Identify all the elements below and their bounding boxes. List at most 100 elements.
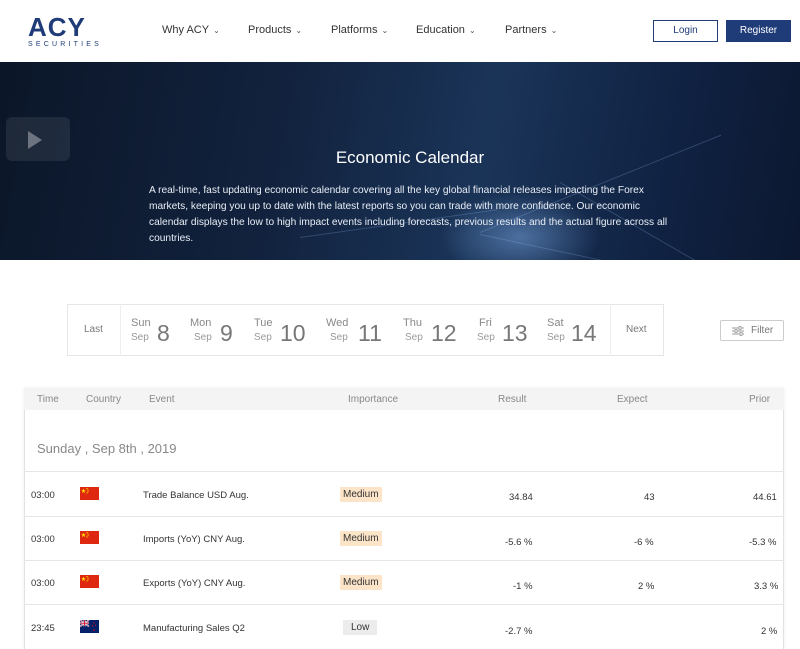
- row-event[interactable]: Trade Balance USD Aug.: [143, 490, 249, 501]
- nav-products[interactable]: Products ⌄: [248, 24, 302, 36]
- header-event: Event: [149, 394, 175, 405]
- day-month: Sep: [477, 332, 495, 343]
- day-number: 10: [280, 320, 306, 346]
- hero-description: A real-time, fast updating economic cale…: [149, 185, 668, 244]
- day-name: Wed: [326, 317, 349, 329]
- day-name: Thu: [403, 317, 422, 329]
- nav-education[interactable]: Education ⌄: [416, 24, 476, 36]
- header-country: Country: [86, 394, 122, 405]
- row-time: 03:00: [31, 578, 55, 589]
- row-time: 23:45: [31, 623, 55, 634]
- logo-wordmark: ACY: [28, 12, 86, 42]
- chevron-down-icon: ⌄: [381, 26, 389, 35]
- row-event[interactable]: Imports (YoY) CNY Aug.: [143, 534, 245, 545]
- day-sat-14[interactable]: Sat Sep 14: [547, 317, 603, 347]
- importance-badge: Low: [343, 620, 378, 635]
- day-number: 8: [157, 320, 170, 346]
- row-prior: 3.3 %: [754, 581, 779, 592]
- login-button[interactable]: Login: [653, 20, 718, 42]
- nav-label: Partners: [505, 24, 547, 36]
- importance-badge: Medium: [340, 575, 382, 590]
- header-result: Result: [498, 394, 527, 405]
- day-name: Mon: [190, 317, 212, 329]
- row-divider: [24, 516, 784, 517]
- row-prior: -5.3 %: [749, 537, 777, 548]
- header-prior: Prior: [749, 394, 771, 405]
- row-result: -1 %: [513, 581, 533, 592]
- nav-why-acy[interactable]: Why ACY ⌄: [162, 24, 220, 36]
- chevron-down-icon: ⌄: [468, 26, 476, 35]
- day-name: Tue: [254, 317, 273, 329]
- logo-subtitle: SECURITIES: [28, 41, 103, 48]
- day-name: Sat: [547, 317, 564, 329]
- row-divider: [24, 604, 784, 605]
- row-divider: [24, 560, 784, 561]
- day-month: Sep: [254, 332, 272, 343]
- nav-label: Products: [248, 24, 292, 36]
- filter-sliders-icon: [732, 326, 744, 336]
- row-event[interactable]: Manufacturing Sales Q2: [143, 623, 245, 634]
- row-result: -2.7 %: [505, 626, 533, 637]
- date-heading: Sunday , Sep 8th , 2019: [37, 441, 177, 456]
- filter-label: Filter: [751, 325, 774, 336]
- nav-platforms[interactable]: Platforms ⌄: [331, 24, 388, 36]
- last-week-button[interactable]: Last: [84, 324, 103, 335]
- nav-label: Education: [416, 24, 465, 36]
- page-title: Economic Calendar: [335, 148, 485, 167]
- chevron-down-icon: ⌄: [550, 26, 558, 35]
- nav-partners[interactable]: Partners ⌄: [505, 24, 557, 36]
- row-expect: 2 %: [638, 581, 655, 592]
- new-zealand-flag-icon: [80, 620, 99, 633]
- day-month: Sep: [131, 332, 149, 343]
- day-month: Sep: [405, 332, 423, 343]
- china-flag-icon: [80, 531, 99, 544]
- day-mon-9[interactable]: Mon Sep 9: [190, 317, 238, 347]
- row-time: 03:00: [31, 490, 55, 501]
- row-time: 03:00: [31, 534, 55, 545]
- day-name: Fri: [479, 317, 492, 329]
- day-month: Sep: [330, 332, 348, 343]
- header-importance: Importance: [348, 394, 399, 405]
- day-sun-8[interactable]: Sun Sep 8: [131, 317, 175, 347]
- row-prior: 2 %: [761, 626, 778, 637]
- day-number: 14: [571, 320, 597, 346]
- chevron-down-icon: ⌄: [213, 26, 220, 35]
- row-result: -5.6 %: [505, 537, 533, 548]
- register-button[interactable]: Register: [726, 20, 791, 42]
- chevron-down-icon: ⌄: [295, 26, 303, 35]
- header-time: Time: [37, 394, 59, 405]
- importance-badge: Medium: [340, 531, 382, 546]
- row-prior: 44.61: [753, 492, 777, 503]
- nav-label: Why ACY: [162, 24, 210, 36]
- day-number: 13: [502, 320, 528, 346]
- play-icon: [28, 131, 42, 149]
- row-result: 34.84: [509, 492, 533, 503]
- china-flag-icon: [80, 487, 99, 500]
- top-navigation: ACY SECURITIES Why ACY ⌄ Products ⌄ Platfo…: [0, 0, 800, 62]
- divider: [120, 304, 121, 356]
- header-expect: Expect: [617, 394, 648, 405]
- acy-logo[interactable]: ACY SECURITIES: [28, 14, 106, 50]
- filter-button[interactable]: Filter: [720, 320, 784, 341]
- day-month: Sep: [194, 332, 212, 343]
- row-divider: [24, 471, 784, 472]
- china-flag-icon: [80, 575, 99, 588]
- day-wed-11[interactable]: Wed Sep 11: [326, 317, 386, 347]
- day-tue-10[interactable]: Tue Sep 10: [254, 317, 310, 347]
- next-week-button[interactable]: Next: [626, 324, 647, 335]
- table-header: [24, 388, 784, 410]
- row-expect: -6 %: [634, 537, 654, 548]
- importance-badge: Medium: [340, 487, 382, 502]
- day-name: Sun: [131, 317, 151, 329]
- day-number: 12: [431, 320, 457, 346]
- row-expect: 43: [644, 492, 655, 503]
- day-month: Sep: [547, 332, 565, 343]
- day-thu-12[interactable]: Thu Sep 12: [403, 317, 461, 347]
- row-event[interactable]: Exports (YoY) CNY Aug.: [143, 578, 245, 589]
- day-fri-13[interactable]: Fri Sep 13: [477, 317, 531, 347]
- day-number: 9: [220, 320, 233, 346]
- calendar-table: [24, 388, 784, 649]
- nav-label: Platforms: [331, 24, 378, 36]
- day-number: 11: [358, 320, 382, 346]
- divider: [610, 304, 611, 356]
